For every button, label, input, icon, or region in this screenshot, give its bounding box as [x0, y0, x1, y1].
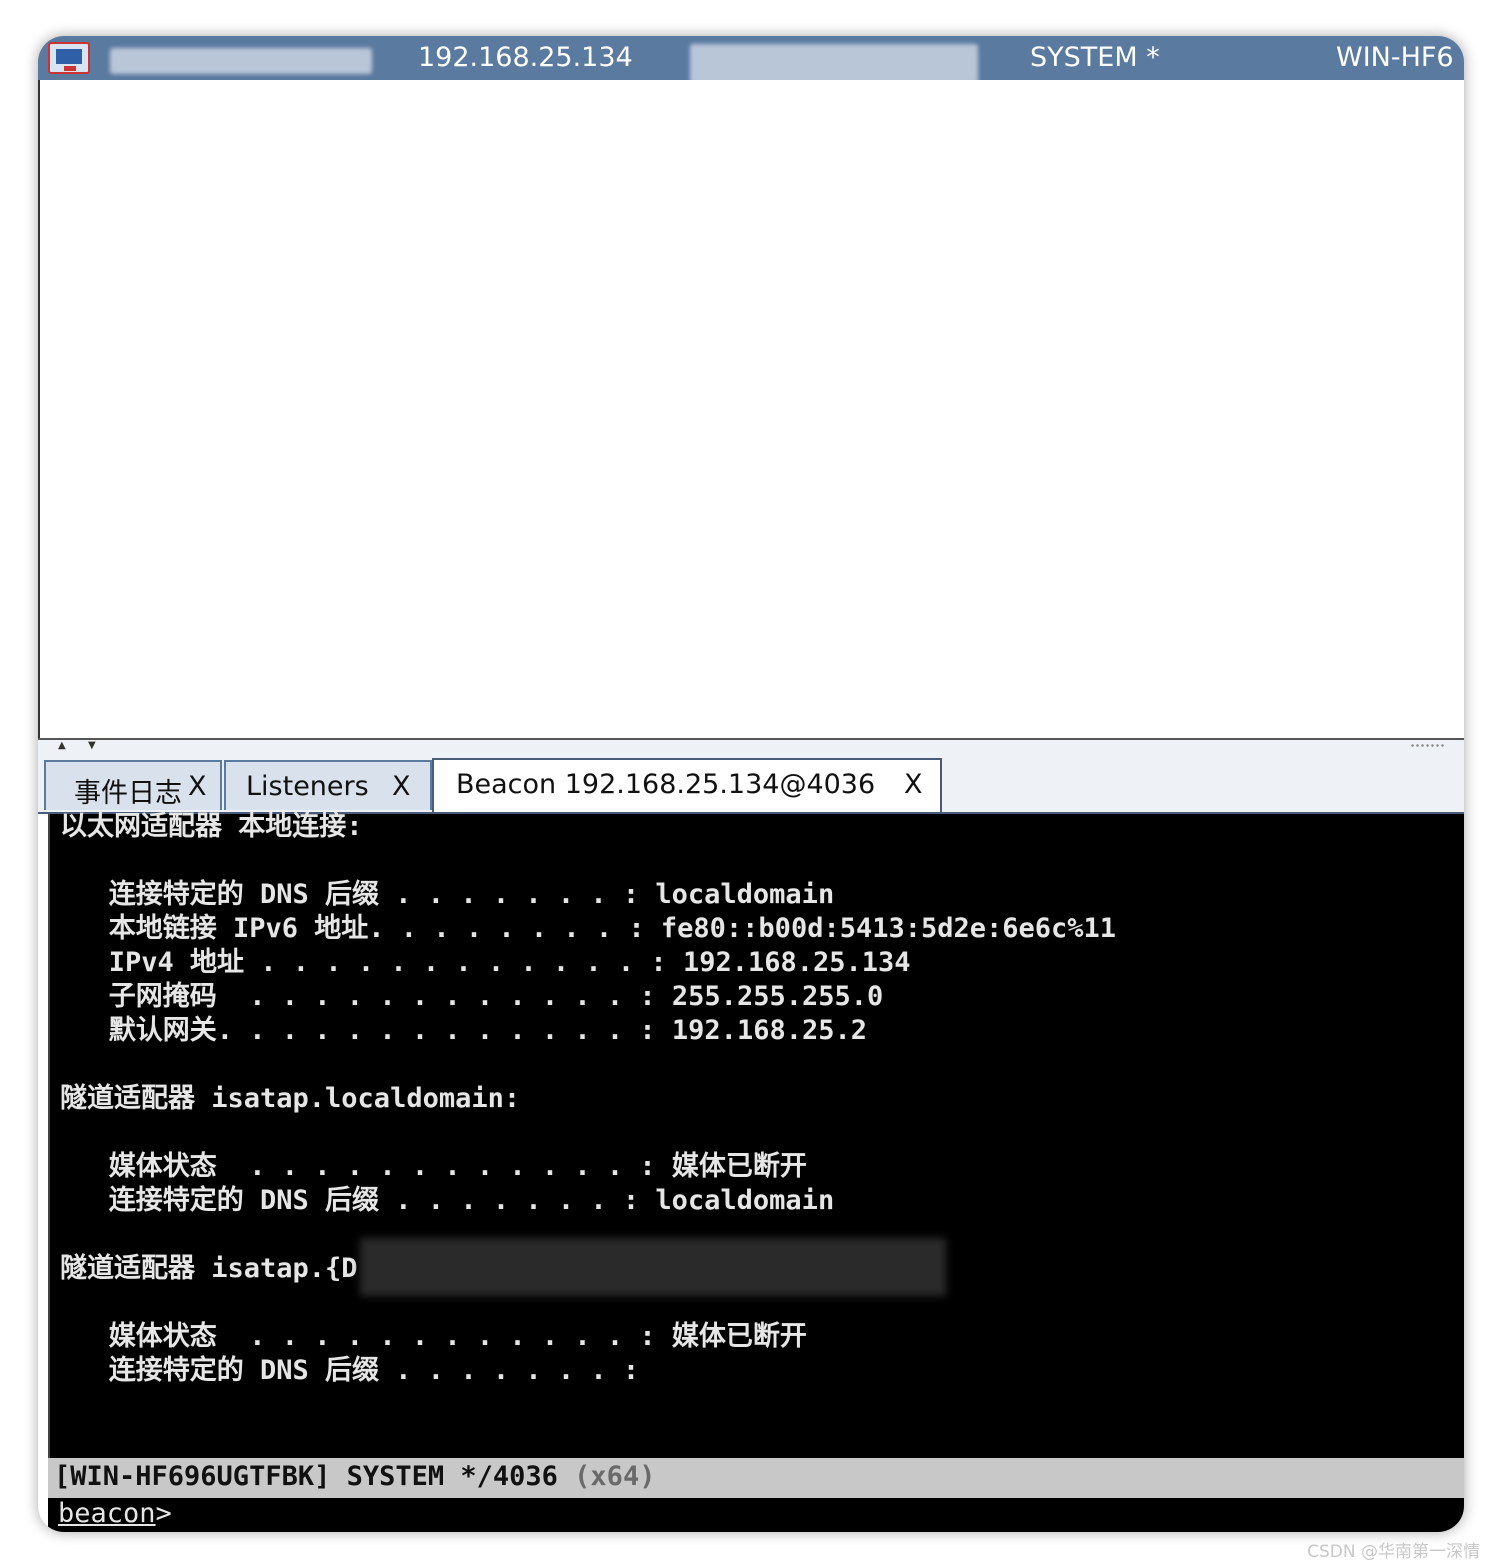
beacon-console-output[interactable]: 以太网适配器 本地连接: 连接特定的 DNS 后缀 . . . . . . . …	[48, 811, 1464, 1458]
drag-grip-icon[interactable]	[1410, 743, 1446, 749]
console-line: IPv4 地址 . . . . . . . . . . . . : 192.16…	[60, 947, 911, 978]
collapse-down-icon[interactable]: ▼	[88, 740, 96, 751]
tab-beacon[interactable]: Beacon 192.168.25.134@4036 X	[432, 758, 942, 812]
session-list-area	[38, 80, 1464, 738]
tab-close-icon[interactable]: X	[904, 769, 923, 800]
command-input[interactable]: beacon>	[48, 1498, 1464, 1532]
beacon-status-bar: [WIN-HF696UGTFBK] SYSTEM */4036 (x64)	[48, 1458, 1464, 1498]
split-pane-divider[interactable]: ▲ ▼	[38, 738, 1464, 758]
redacted-adapter-guid	[360, 1238, 946, 1296]
tab-close-icon[interactable]: X	[188, 771, 207, 802]
session-internal-ip: 192.168.25.134	[418, 42, 633, 73]
tab-label: 事件日志	[74, 778, 182, 809]
console-line: 隧道适配器 isatap.{D	[60, 1253, 358, 1284]
session-table-row[interactable]: 192.168.25.134 SYSTEM * WIN-HF6	[38, 36, 1464, 84]
collapse-up-icon[interactable]: ▲	[58, 740, 66, 751]
tab-bar: 事件日志 X Listeners X Beacon 192.168.25.134…	[38, 756, 1464, 814]
console-line: 隧道适配器 isatap.localdomain:	[60, 1083, 521, 1114]
console-line: 子网掩码 . . . . . . . . . . . . : 255.255.2…	[60, 981, 884, 1012]
console-line: 本地链接 IPv6 地址. . . . . . . . : fe80::b00d…	[60, 913, 1117, 944]
tab-event-log[interactable]: 事件日志 X	[44, 760, 222, 810]
console-line: 媒体状态 . . . . . . . . . . . . : 媒体已断开	[60, 1151, 807, 1182]
console-line: 以太网适配器 本地连接:	[60, 811, 363, 842]
status-text: [WIN-HF696UGTFBK] SYSTEM */4036 (x64)	[54, 1461, 656, 1492]
tab-listeners[interactable]: Listeners X	[224, 760, 432, 810]
session-computer: WIN-HF6	[1336, 42, 1454, 73]
watermark: CSDN @华南第一深情	[1307, 1542, 1480, 1562]
cobalt-strike-window: 192.168.25.134 SYSTEM * WIN-HF6 ▲ ▼ 事件日志…	[38, 36, 1464, 1532]
console-line: 连接特定的 DNS 后缀 . . . . . . . :	[60, 1355, 640, 1386]
tab-close-icon[interactable]: X	[392, 771, 411, 802]
tab-label: Beacon 192.168.25.134@4036	[456, 769, 876, 800]
console-line: 媒体状态 . . . . . . . . . . . . : 媒体已断开	[60, 1321, 807, 1352]
session-user: SYSTEM *	[1030, 42, 1160, 73]
console-line: 连接特定的 DNS 后缀 . . . . . . . : localdomain	[60, 879, 835, 910]
beacon-session-icon	[48, 42, 90, 74]
status-arch: (x64)	[574, 1461, 656, 1492]
console-line: 连接特定的 DNS 后缀 . . . . . . . : localdomain	[60, 1185, 835, 1216]
tab-label: Listeners	[246, 771, 369, 802]
console-line: 默认网关. . . . . . . . . . . . . : 192.168.…	[60, 1015, 867, 1046]
beacon-prompt: beacon>	[58, 1498, 172, 1529]
redacted-listener	[690, 44, 978, 84]
redacted-external-ip	[110, 48, 372, 74]
